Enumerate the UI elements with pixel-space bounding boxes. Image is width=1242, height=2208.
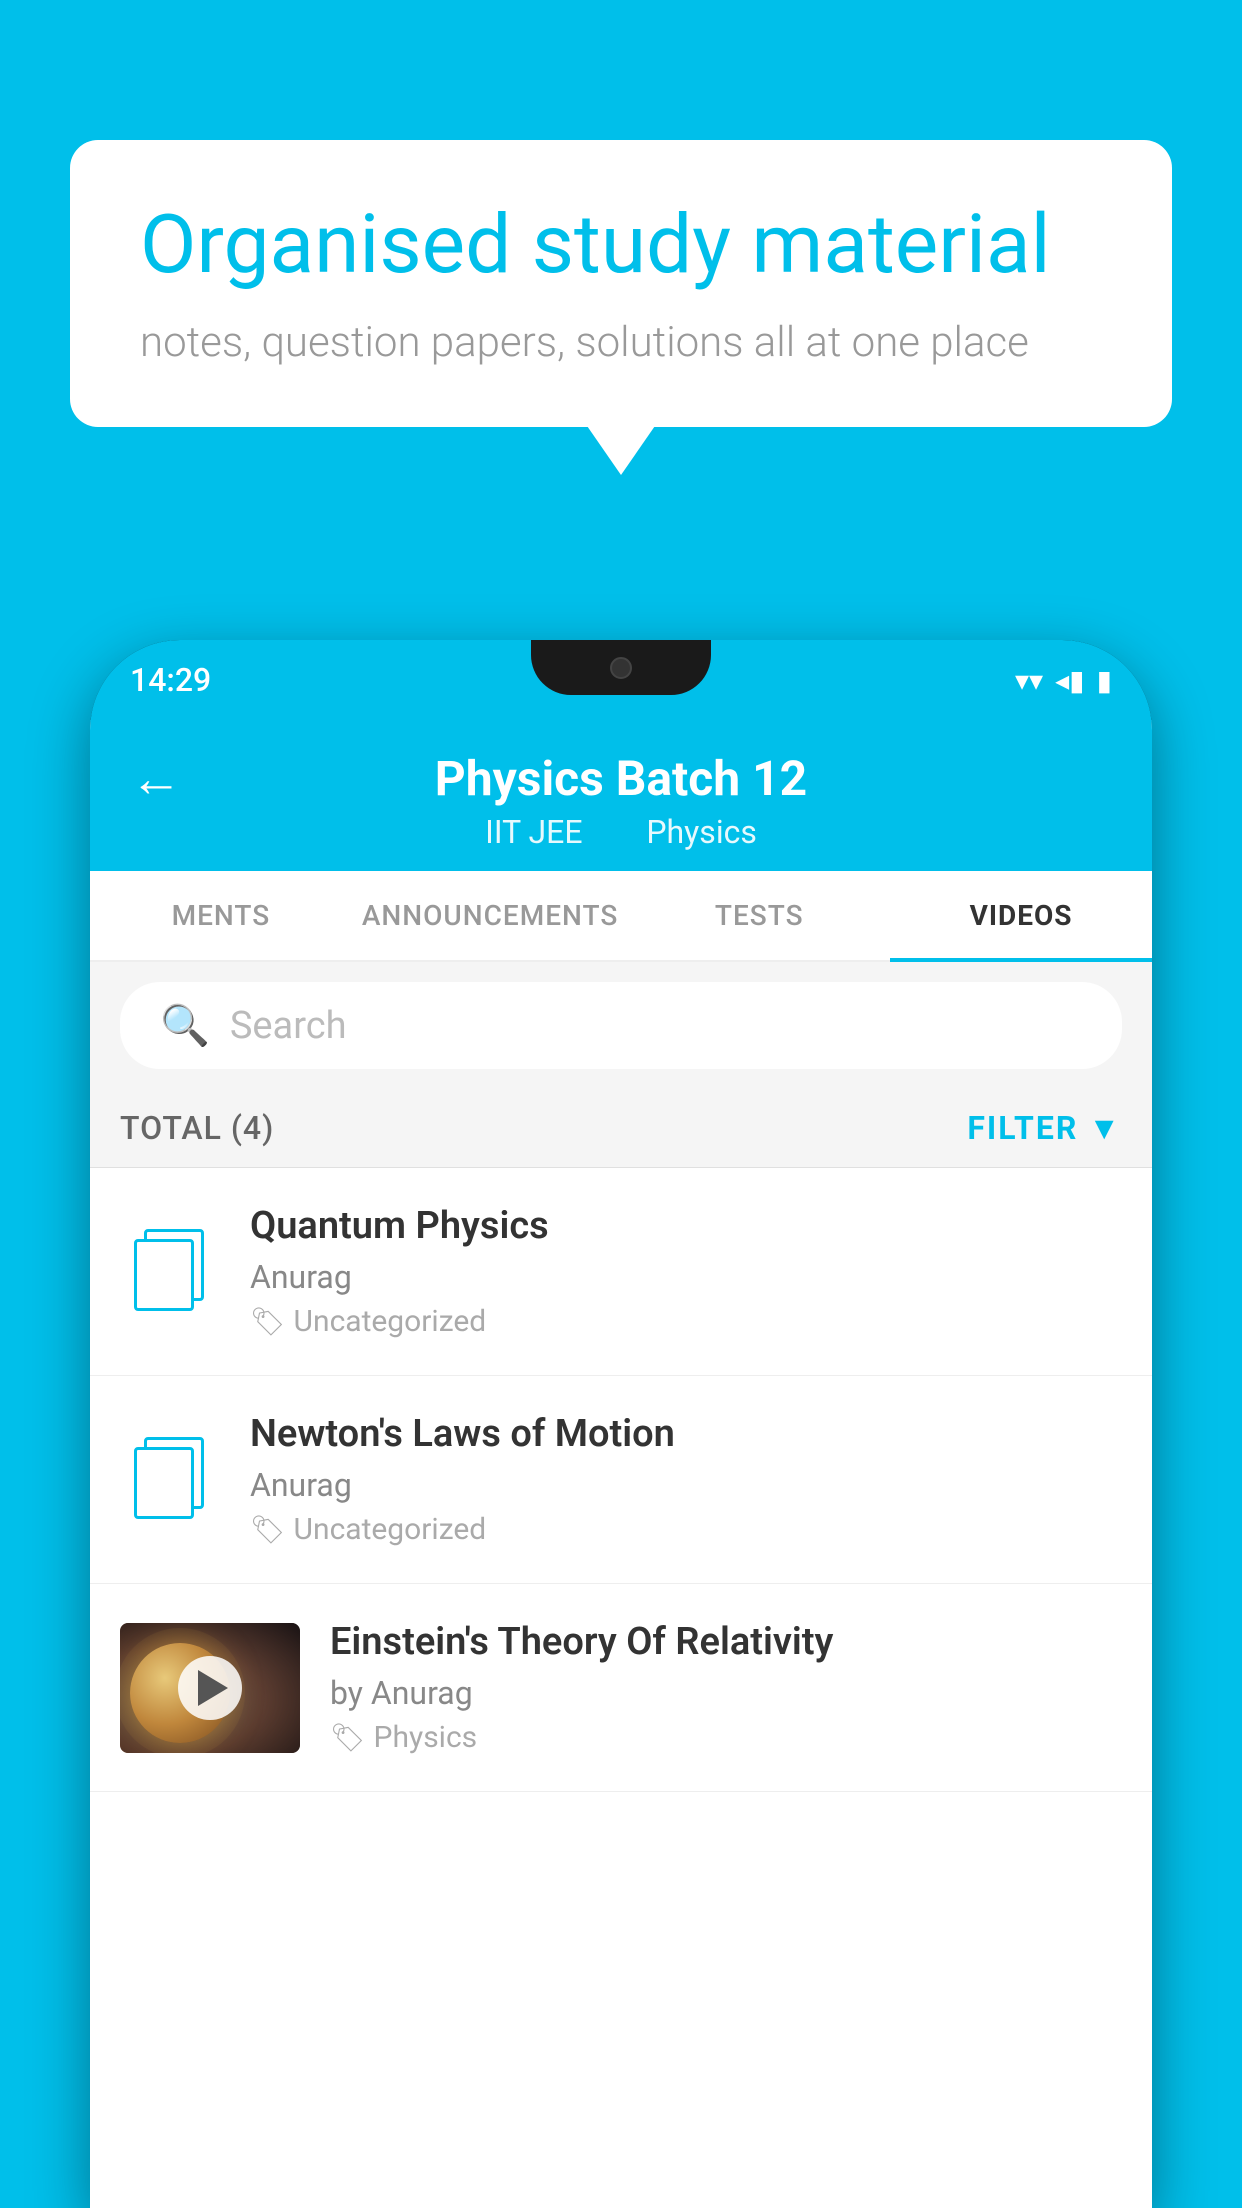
- status-bar: 14:29 ▾▾ ◂▮ ▮: [90, 640, 1152, 720]
- tag-label: Physics: [374, 1720, 478, 1755]
- file-icon: [134, 1437, 206, 1523]
- video-author: by Anurag: [330, 1674, 1122, 1712]
- filter-icon: ▼: [1088, 1109, 1122, 1147]
- list-item[interactable]: Newton's Laws of Motion Anurag 🏷 Uncateg…: [90, 1376, 1152, 1584]
- video-title: Einstein's Theory Of Relativity: [330, 1620, 1122, 1664]
- status-icons: ▾▾ ◂▮ ▮: [1015, 664, 1112, 697]
- file-icon-wrapper: [120, 1229, 220, 1315]
- file-page-2: [134, 1239, 194, 1311]
- subtitle-physics: Physics: [646, 813, 757, 851]
- subtext: notes, question papers, solutions all at…: [140, 318, 1102, 367]
- camera-dot: [610, 657, 632, 679]
- back-button[interactable]: ←: [130, 748, 182, 809]
- tab-bar: MENTS ANNOUNCEMENTS TESTS VIDEOS: [90, 871, 1152, 962]
- video-thumbnail: [120, 1623, 300, 1753]
- search-bar-container: 🔍 Search: [90, 962, 1152, 1089]
- total-count: TOTAL (4): [120, 1109, 274, 1147]
- app-title: Physics Batch 12: [435, 750, 807, 807]
- video-tag: 🏷 Uncategorized: [250, 1512, 1122, 1547]
- signal-icon: ◂▮: [1055, 664, 1084, 697]
- tag-label: Uncategorized: [294, 1512, 487, 1547]
- file-page-2: [134, 1447, 194, 1519]
- video-info: Quantum Physics Anurag 🏷 Uncategorized: [250, 1204, 1122, 1339]
- subtitle-iitjee: IIT JEE: [485, 813, 582, 851]
- battery-icon: ▮: [1097, 664, 1112, 697]
- video-author: Anurag: [250, 1258, 1122, 1296]
- list-item[interactable]: Einstein's Theory Of Relativity by Anura…: [90, 1584, 1152, 1792]
- tab-videos[interactable]: VIDEOS: [890, 871, 1152, 960]
- status-time: 14:29: [130, 661, 211, 699]
- file-icon: [134, 1229, 206, 1315]
- video-tag: 🏷 Uncategorized: [250, 1304, 1122, 1339]
- video-info: Newton's Laws of Motion Anurag 🏷 Uncateg…: [250, 1412, 1122, 1547]
- wifi-icon: ▾▾: [1015, 664, 1043, 697]
- video-title: Newton's Laws of Motion: [250, 1412, 1122, 1456]
- video-list: Quantum Physics Anurag 🏷 Uncategorized: [90, 1168, 1152, 1792]
- search-input-wrapper[interactable]: 🔍 Search: [120, 982, 1122, 1069]
- tab-announcements[interactable]: ANNOUNCEMENTS: [352, 871, 628, 960]
- file-icon-wrapper: [120, 1437, 220, 1523]
- play-triangle-icon: [198, 1670, 228, 1706]
- filter-row: TOTAL (4) FILTER ▼: [90, 1089, 1152, 1168]
- app-header: ← Physics Batch 12 IIT JEE Physics: [90, 720, 1152, 871]
- tag-label: Uncategorized: [294, 1304, 487, 1339]
- headline: Organised study material: [140, 200, 1102, 290]
- speech-bubble-container: Organised study material notes, question…: [70, 140, 1172, 427]
- play-button[interactable]: [178, 1656, 242, 1720]
- filter-button[interactable]: FILTER ▼: [967, 1109, 1122, 1147]
- tab-tests[interactable]: TESTS: [628, 871, 890, 960]
- search-icon: 🔍: [160, 1002, 210, 1049]
- tag-icon: 🏷: [330, 1721, 366, 1754]
- tag-icon: 🏷: [250, 1305, 286, 1338]
- tab-ments[interactable]: MENTS: [90, 871, 352, 960]
- speech-bubble: Organised study material notes, question…: [70, 140, 1172, 427]
- search-placeholder-text: Search: [230, 1004, 347, 1048]
- list-item[interactable]: Quantum Physics Anurag 🏷 Uncategorized: [90, 1168, 1152, 1376]
- video-info: Einstein's Theory Of Relativity by Anura…: [330, 1620, 1122, 1755]
- header-row: ← Physics Batch 12: [130, 750, 1112, 807]
- video-title: Quantum Physics: [250, 1204, 1122, 1248]
- notch: [531, 640, 711, 695]
- subtitle-separator: [610, 813, 626, 851]
- phone-frame: 14:29 ▾▾ ◂▮ ▮ ← Physics Batch 12 IIT JEE…: [90, 640, 1152, 2208]
- tag-icon: 🏷: [250, 1513, 286, 1546]
- filter-label: FILTER: [967, 1109, 1078, 1147]
- phone-screen: ← Physics Batch 12 IIT JEE Physics MENTS…: [90, 720, 1152, 2208]
- video-tag: 🏷 Physics: [330, 1720, 1122, 1755]
- video-author: Anurag: [250, 1466, 1122, 1504]
- header-subtitle: IIT JEE Physics: [475, 813, 767, 851]
